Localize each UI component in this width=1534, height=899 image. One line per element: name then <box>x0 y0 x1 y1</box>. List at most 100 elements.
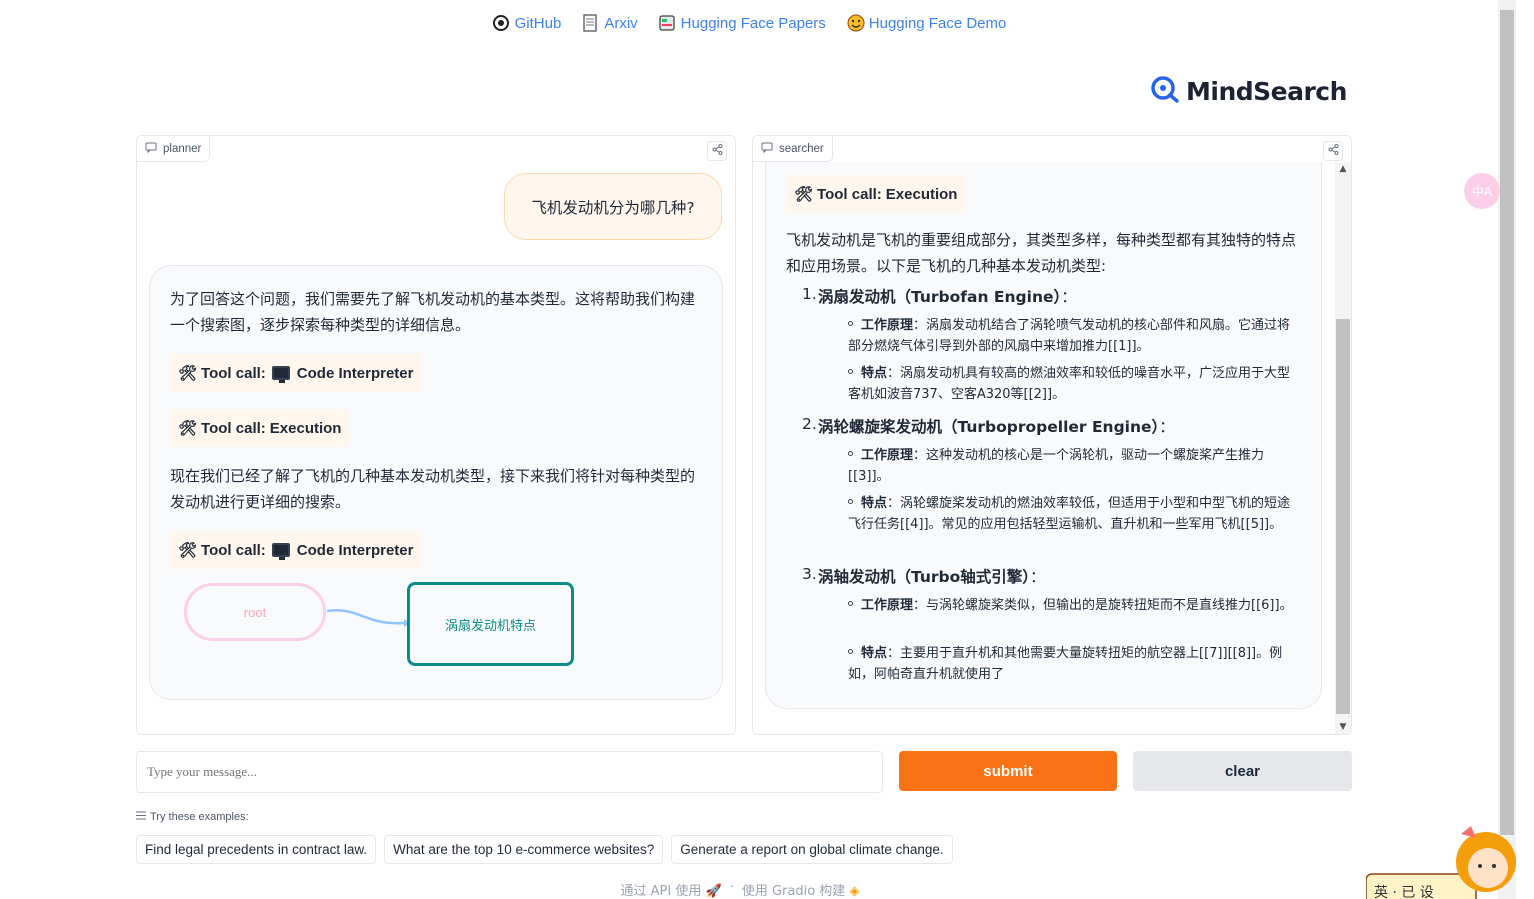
searcher-scrollbar[interactable]: ▲ ▼ <box>1335 162 1351 734</box>
list-subitem: 特点：主要用于直升机和其他需要大量旋转扭矩的航空器上[[7]][[8]]。例如，… <box>848 643 1298 685</box>
planner-paragraph-2: 现在我们已经了解了飞机的几种基本发动机类型，接下来我们将针对每种类型的发动机进行… <box>170 467 696 511</box>
tool-call-prefix: Tool call: <box>201 364 266 382</box>
planner-paragraph-1: 为了回答这个问题，我们需要先了解飞机发动机的基本类型。这将帮助我们构建一个搜索图… <box>170 290 696 334</box>
translate-button[interactable]: 中A <box>1464 173 1500 209</box>
searcher-intro: 飞机发动机是飞机的重要组成部分，其类型多样，每种类型都有其独特的特点和应用场景。… <box>786 231 1297 275</box>
list-item-title: 涡轮螺旋桨发动机（Turbopropeller Engine） <box>818 418 1160 436</box>
tool-call-name: Code Interpreter <box>296 364 414 382</box>
list-number: 2. <box>802 415 817 433</box>
subitem-key: 工作原理 <box>861 448 914 463</box>
searcher-scroll-area[interactable]: 🛠 Tool call: Execution 飞机发动机是飞机的重要组成部分，其… <box>765 162 1323 734</box>
planner-label-text: planner <box>163 142 202 155</box>
footer: 通过 API 使用 🚀 · 使用 Gradio 构建 ◈ <box>0 880 1480 899</box>
tool-call-name: Code Interpreter <box>296 541 414 559</box>
examples-label-text: Try these examples: <box>150 811 249 823</box>
api-link[interactable]: 通过 API 使用 🚀 <box>621 880 722 899</box>
graph-node-root[interactable]: root <box>184 583 326 641</box>
hf-demo-link[interactable]: Hugging Face Demo <box>846 14 1006 32</box>
subitem-key: 特点 <box>861 366 888 381</box>
bullet-icon <box>848 321 853 326</box>
example-button[interactable]: Generate a report on global climate chan… <box>671 835 953 864</box>
searcher-label-text: searcher <box>779 142 824 155</box>
list-item-heading: 1. 涡扇发动机（Turbofan Engine）： <box>802 285 1077 307</box>
list-number: 1. <box>802 285 817 303</box>
graph-node-root-label: root <box>243 604 267 620</box>
tools-icon: 🛠 <box>178 420 198 437</box>
search-graph: root 涡扇发动机特点 <box>182 581 582 671</box>
subitem-value: ：主要用于直升机和其他需要大量旋转扭矩的航空器上[[7]][[8]]。例如，阿帕… <box>848 646 1283 682</box>
list-item-heading: 3. 涡轴发动机（Turbo轴式引擎）： <box>802 565 1046 587</box>
mascot-widget[interactable]: 英 · 已 设 <box>1365 822 1516 899</box>
api-link-text: 通过 API 使用 <box>620 884 702 899</box>
examples-list: Find legal precedents in contract law. W… <box>136 835 953 864</box>
tool-call-prefix: Tool call: <box>817 185 882 203</box>
tool-call-prefix: Tool call: <box>201 419 266 437</box>
tools-icon: 🛠 <box>794 186 814 203</box>
bullet-icon <box>848 499 853 504</box>
hugging-face-icon <box>846 14 865 32</box>
tools-icon: 🛠 <box>178 365 198 382</box>
scroll-up-icon[interactable]: ▲ <box>1335 162 1351 176</box>
examples-label: Try these examples: <box>136 811 249 823</box>
example-button[interactable]: Find legal precedents in contract law. <box>136 835 377 864</box>
arxiv-label: Arxiv <box>604 14 638 32</box>
message-input[interactable] <box>136 751 883 793</box>
gradio-link[interactable]: 使用 Gradio 构建 ◈ <box>742 880 860 899</box>
page-scrollbar[interactable] <box>1498 0 1516 899</box>
monitor-icon <box>271 543 290 560</box>
planner-label: planner <box>137 136 211 162</box>
monitor-icon <box>271 366 290 383</box>
list-item-suffix: ： <box>1061 288 1077 306</box>
tools-icon: 🛠 <box>178 542 198 559</box>
searcher-panel: 🛠 Tool call: Execution 飞机发动机是飞机的重要组成部分，其… <box>752 135 1352 735</box>
gradio-link-text: 使用 Gradio 构建 <box>741 884 846 899</box>
chat-icon <box>761 142 773 156</box>
tool-call-code-interpreter[interactable]: 🛠 Tool call: Code Interpreter <box>170 354 422 392</box>
scrollbar-thumb[interactable] <box>1336 319 1350 714</box>
searcher-label: searcher <box>753 136 833 162</box>
tool-call-execution[interactable]: 🛠 Tool call: Execution <box>786 175 966 213</box>
bullet-icon <box>848 369 853 374</box>
graph-node-child-label: 涡扇发动机特点 <box>444 618 536 634</box>
top-links: GitHub Arxiv Hugging Face Papers Hugging… <box>0 14 1498 32</box>
scroll-down-icon[interactable]: ▼ <box>1335 720 1351 734</box>
list-subitem: 特点：涡轮螺旋桨发动机的燃油效率较低，但适用于小型和中型飞机的短途飞行任务[[4… <box>848 493 1298 535</box>
list-item-suffix: ： <box>1159 418 1175 436</box>
gradio-icon: ◈ <box>849 884 860 899</box>
subitem-key: 特点 <box>861 646 888 661</box>
clear-button[interactable]: clear <box>1133 751 1352 791</box>
bullet-icon <box>848 649 853 654</box>
list-subitem: 工作原理：涡扇发动机结合了涡轮喷气发动机的核心部件和风扇。它通过将部分燃烧气体引… <box>848 315 1298 357</box>
mindsearch-logo: MindSearch <box>1150 74 1347 108</box>
footer-separator: · <box>729 880 734 895</box>
subitem-value: ：涡轮螺旋桨发动机的燃油效率较低，但适用于小型和中型飞机的短途飞行任务[[4]]… <box>848 496 1291 532</box>
share-button[interactable] <box>707 141 727 161</box>
tool-call-name: Execution <box>269 419 342 437</box>
list-subitem: 特点：涡扇发动机具有较高的燃油效率和较低的噪音水平，广泛应用于大型客机如波音73… <box>848 363 1298 405</box>
tool-call-name: Execution <box>885 185 958 203</box>
page-scrollbar-thumb[interactable] <box>1500 10 1514 835</box>
rocket-icon: 🚀 <box>705 884 722 899</box>
user-message: 飞机发动机分为哪几种? <box>504 173 722 240</box>
hf-papers-link[interactable]: Hugging Face Papers <box>658 14 826 32</box>
mindsearch-logo-icon <box>1150 74 1180 108</box>
subitem-key: 工作原理 <box>861 318 914 333</box>
list-item-suffix: ： <box>1030 568 1046 586</box>
tool-call-execution[interactable]: 🛠 Tool call: Execution <box>170 409 350 447</box>
example-button[interactable]: What are the top 10 e-commerce websites? <box>384 835 664 864</box>
graph-node-child[interactable]: 涡扇发动机特点 <box>407 582 574 666</box>
tool-call-code-interpreter-2[interactable]: 🛠 Tool call: Code Interpreter <box>170 531 422 569</box>
share-icon <box>1328 144 1339 158</box>
subitem-value: ：与涡轮螺旋桨类似，但输出的是旋转扭矩而不是直线推力[[6]]。 <box>913 598 1293 613</box>
searcher-response: 🛠 Tool call: Execution 飞机发动机是飞机的重要组成部分，其… <box>765 162 1322 709</box>
github-label: GitHub <box>514 14 562 32</box>
planner-panel: planner 飞机发动机分为哪几种? 为了回答这个问题，我们需要先了解飞机发动… <box>136 135 736 735</box>
mascot-text: 英 · 已 设 <box>1374 885 1434 899</box>
list-number: 3. <box>802 565 817 583</box>
share-button[interactable] <box>1323 141 1343 161</box>
arxiv-link[interactable]: Arxiv <box>581 14 638 32</box>
github-link[interactable]: GitHub <box>492 14 562 32</box>
list-item-title: 涡扇发动机（Turbofan Engine） <box>818 288 1062 306</box>
subitem-value: ：涡扇发动机具有较高的燃油效率和较低的噪音水平，广泛应用于大型客机如波音737、… <box>848 366 1291 402</box>
submit-button[interactable]: submit <box>899 751 1117 791</box>
